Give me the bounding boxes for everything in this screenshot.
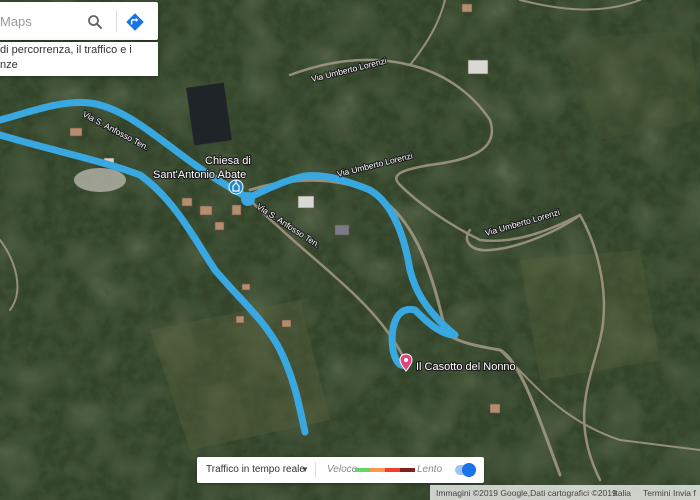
parking-area [74,168,126,192]
directions-info-panel: di percorrenza, il traffico e i nze [0,42,158,76]
route-origin-marker [241,192,255,206]
place-label-church[interactable]: Chiesa di [204,154,252,168]
cultivated-terraces [520,250,660,380]
toggle-knob[interactable] [462,463,476,477]
traffic-speed-scale [355,468,415,472]
traffic-speed-slow-label: Lento [417,464,443,475]
search-box[interactable]: Maps [0,2,158,40]
info-text: di percorrenza, il traffico e i [0,44,132,56]
speed-swatch [385,468,400,472]
directions-icon[interactable] [125,12,145,32]
traffic-layer-label[interactable]: Traffico in tempo reale [206,464,305,475]
place-label-destination[interactable]: Il Casotto del Nonno [415,360,517,374]
speed-swatch [370,468,385,472]
traffic-speed-fast-label: Veloce [327,464,358,475]
country-link[interactable]: Italia [613,488,631,498]
church-icon[interactable] [228,179,244,195]
send-feedback-link[interactable]: Invia f [673,488,696,498]
traffic-divider [315,462,316,478]
place-label-church[interactable]: Sant'Antonio Abate [152,168,247,182]
speed-swatch [355,468,370,472]
traffic-control[interactable]: Traffico in tempo reale ▼ Veloce Lento [197,457,484,483]
info-text: nze [0,59,18,71]
attribution-text: Immagini ©2019 Google,Dati cartografici … [436,488,617,498]
search-icon[interactable] [86,13,104,31]
map-footer: Immagini ©2019 Google,Dati cartografici … [430,485,700,500]
search-divider [116,10,117,32]
speed-swatch [400,468,415,472]
traffic-toggle[interactable] [455,463,476,477]
caret-down-icon[interactable]: ▼ [301,465,309,474]
terms-link[interactable]: Termini [643,488,670,498]
search-input[interactable]: Maps [0,14,32,29]
greenhouse [186,82,232,146]
